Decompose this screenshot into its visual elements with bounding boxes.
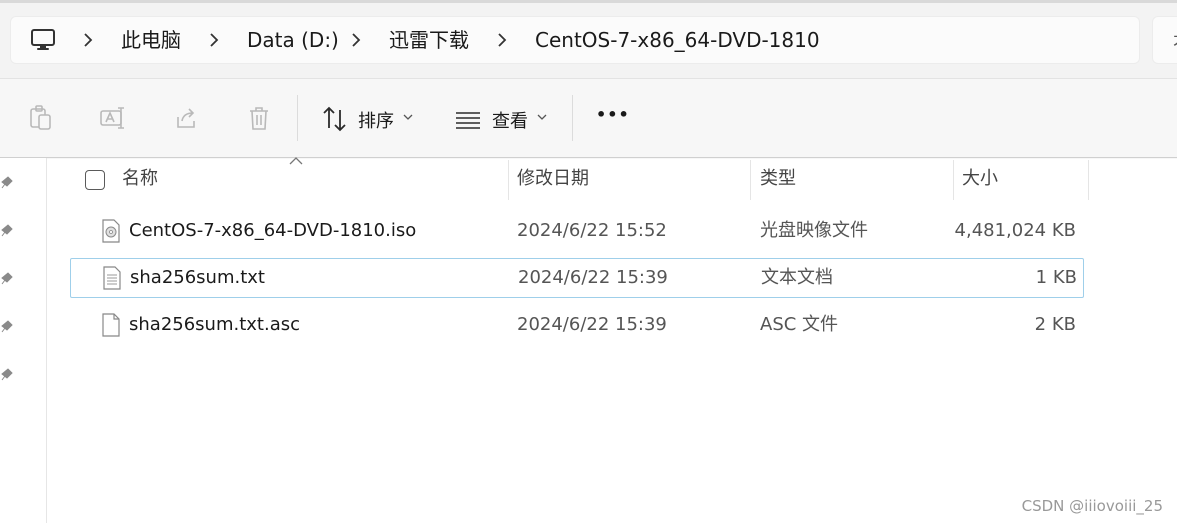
share-icon[interactable] [172,103,202,133]
paste-icon[interactable] [26,103,56,133]
sort-icon [323,106,346,132]
more-options-icon: ••• [596,105,630,124]
chevron-right-icon[interactable] [349,32,363,48]
this-pc-icon[interactable] [29,26,57,54]
file-row[interactable]: sha256sum.txt.asc 2024/6/22 15:39 ASC 文件… [70,306,1082,344]
sort-label: 排序 [358,111,394,132]
pin-icon[interactable] [0,318,14,334]
file-type: 文本文档 [761,267,833,288]
view-button[interactable]: 查看 [454,101,554,137]
delete-icon[interactable] [244,103,274,133]
view-list-icon [456,112,480,129]
file-size: 4,481,024 KB [954,220,1076,241]
text-file-icon [103,266,121,290]
pin-icon[interactable] [0,174,14,190]
file-modified: 2024/6/22 15:39 [517,314,667,335]
column-header-size[interactable]: 大小 [962,158,998,200]
file-type: 光盘映像文件 [760,220,868,241]
file-modified: 2024/6/22 15:52 [517,220,667,241]
toolbar-separator [572,95,573,141]
chevron-right-icon[interactable] [81,32,95,48]
command-bar: 排序 查看 ••• [0,78,1177,159]
column-header-name[interactable]: 名称 [122,158,158,200]
chevron-right-icon[interactable] [207,32,221,48]
file-row-selected[interactable]: sha256sum.txt 2024/6/22 15:39 文本文档 1 KB [70,258,1084,298]
breadcrumb-this-pc[interactable]: 此电脑 [121,17,181,63]
watermark: CSDN @iiiovoiii_25 [1021,497,1163,515]
file-name[interactable]: sha256sum.txt [130,259,265,297]
more-options-button[interactable]: ••• [594,101,634,137]
file-type: ASC 文件 [760,314,839,335]
file-modified: 2024/6/22 15:39 [518,267,668,288]
search-box-text: 不 [1173,29,1177,54]
pin-icon[interactable] [0,222,14,238]
column-divider[interactable] [750,160,751,200]
select-all-checkbox[interactable] [85,170,105,190]
search-box[interactable]: 不 [1152,16,1177,64]
window-top-edge [0,0,1177,3]
pin-icon[interactable] [0,366,14,382]
chevron-right-icon[interactable] [495,32,509,48]
rename-icon[interactable] [98,103,128,133]
sort-ascending-icon [289,157,303,165]
navigation-pane [0,158,47,523]
column-divider[interactable] [953,160,954,200]
pin-icon[interactable] [0,270,14,286]
column-divider[interactable] [1088,160,1089,200]
file-size: 1 KB [1035,267,1077,288]
file-name[interactable]: sha256sum.txt.asc [129,306,300,344]
chevron-down-icon [403,114,413,120]
column-header-type[interactable]: 类型 [760,158,796,200]
view-label: 查看 [492,111,528,132]
disc-image-icon [102,219,120,243]
column-header-modified[interactable]: 修改日期 [517,158,589,200]
breadcrumb-current-folder[interactable]: CentOS-7-x86_64-DVD-1810 [535,17,820,63]
file-size: 2 KB [1034,314,1076,335]
sort-button[interactable]: 排序 [320,101,420,137]
blank-file-icon [102,313,120,337]
toolbar-separator [297,95,298,141]
address-bar[interactable]: 此电脑 Data (D:) 迅雷下载 CentOS-7-x86_64-DVD-1… [10,16,1140,64]
file-row[interactable]: CentOS-7-x86_64-DVD-1810.iso 2024/6/22 1… [70,212,1082,250]
column-divider[interactable] [508,160,509,200]
breadcrumb-thunder-downloads[interactable]: 迅雷下载 [389,17,469,63]
breadcrumb-drive-d[interactable]: Data (D:) [247,17,339,63]
file-name[interactable]: CentOS-7-x86_64-DVD-1810.iso [129,212,416,250]
chevron-down-icon [537,114,547,120]
